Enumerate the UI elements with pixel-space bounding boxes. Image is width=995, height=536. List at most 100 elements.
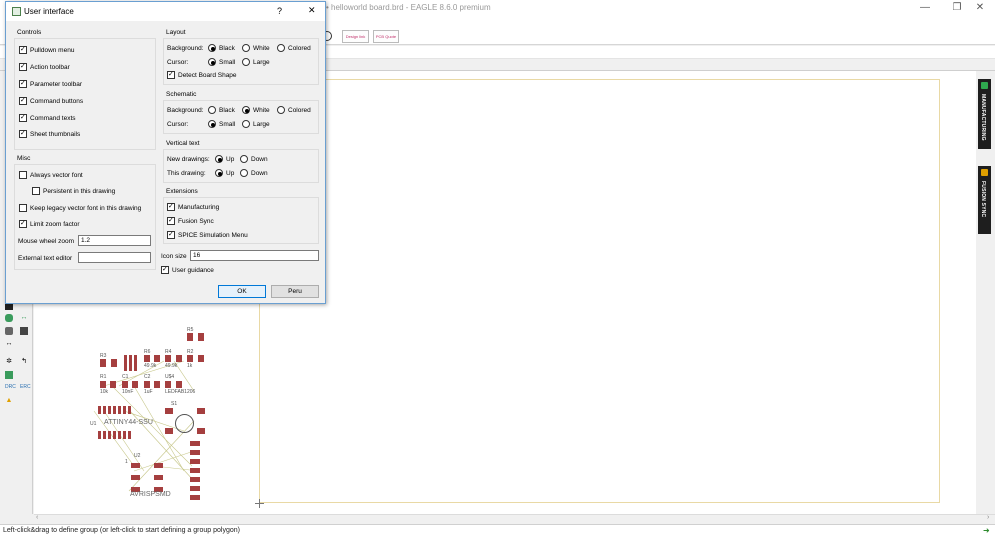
fusion-sync-tab[interactable]: FUSION SYNC [978, 166, 991, 234]
window-close-button[interactable]: ✕ [965, 0, 995, 16]
schematic-group-title: Schematic [166, 91, 197, 98]
fusion-sync-extension-checkbox[interactable] [167, 216, 175, 225]
pad [118, 431, 121, 439]
pad [132, 381, 138, 388]
layer-stack-icon[interactable] [5, 314, 13, 322]
icon-size-input[interactable]: 16 [190, 250, 319, 261]
action-toolbar-checkbox[interactable] [19, 62, 27, 71]
design-link-button[interactable]: Design link [342, 30, 369, 43]
controls-group-title: Controls [17, 29, 42, 36]
layout-cursor-small-label: Small [219, 59, 236, 66]
extensions-group-title: Extensions [166, 188, 198, 195]
mirror-icon[interactable]: ↔ [5, 340, 13, 348]
help-button[interactable]: ? [277, 6, 282, 16]
manufacturing-extension-checkbox[interactable] [167, 202, 175, 211]
external-editor-input[interactable] [78, 252, 151, 263]
new-drawings-up-label: Up [226, 156, 235, 163]
layout-bg-black-label: Black [219, 45, 235, 52]
schematic-bg-white-label: White [253, 107, 270, 114]
right-side-panel: MANUFACTURING FUSION SYNC [976, 71, 995, 514]
route-icon[interactable]: ↰ [20, 358, 28, 366]
part-value-r4: 49.9k [165, 363, 178, 369]
warning-icon[interactable]: ▲ [5, 397, 13, 405]
this-drawing-up-radio[interactable] [215, 169, 223, 177]
part-label-led: U$4 [165, 374, 175, 380]
schematic-cursor-small-radio[interactable] [208, 120, 216, 128]
mouse-wheel-zoom-input[interactable]: 1.2 [78, 235, 151, 246]
pad [124, 355, 127, 371]
pad [128, 431, 131, 439]
limit-zoom-checkbox[interactable] [19, 219, 27, 228]
keep-legacy-font-checkbox[interactable] [19, 204, 27, 212]
left-command-toolbar: ↔ ↔ ✲ ↰ DRC ERC ▲ [0, 296, 33, 514]
schematic-cursor-large-label: Large [253, 121, 270, 128]
persistent-in-drawing-checkbox[interactable] [32, 187, 40, 195]
parameter-toolbar-label: Parameter toolbar [30, 81, 83, 88]
pad [190, 486, 200, 491]
this-drawing-down-radio[interactable] [240, 169, 248, 177]
schematic-cursor-label: Cursor: [167, 121, 189, 128]
schematic-bg-black-radio[interactable] [208, 106, 216, 114]
layout-cursor-large-radio[interactable] [242, 58, 250, 66]
parameter-toolbar-checkbox[interactable] [19, 79, 27, 88]
pad [98, 406, 101, 414]
ok-button[interactable]: OK [218, 285, 266, 298]
drc-icon[interactable]: DRC [5, 383, 16, 391]
command-texts-checkbox[interactable] [19, 113, 27, 122]
part-value-u2: AVRISPSMD [130, 491, 171, 498]
part-value-c1: 10nF [122, 389, 134, 395]
scroll-right-icon[interactable]: › [987, 514, 989, 521]
sheet-thumbnails-checkbox[interactable] [19, 129, 27, 138]
always-vector-font-checkbox[interactable] [19, 171, 27, 179]
pad [113, 406, 116, 414]
manufacturing-extension-label: Manufacturing [178, 204, 220, 211]
cancel-button[interactable]: Peru [271, 285, 319, 298]
schematic-group [163, 100, 319, 134]
manufacturing-tab[interactable]: MANUFACTURING [978, 79, 991, 149]
pad [190, 495, 200, 500]
schematic-bg-white-radio[interactable] [242, 106, 250, 114]
layout-bg-colored-radio[interactable] [277, 44, 285, 52]
polygon-icon[interactable] [5, 371, 13, 379]
ratsnest-icon[interactable]: ✲ [5, 358, 13, 366]
detect-board-shape-checkbox[interactable] [167, 70, 175, 79]
pad [165, 428, 173, 434]
schematic-bg-colored-radio[interactable] [277, 106, 285, 114]
new-drawings-up-radio[interactable] [215, 155, 223, 163]
pad [190, 468, 200, 473]
horizontal-scrollbar[interactable]: ‹ › [34, 514, 995, 523]
command-buttons-label: Command buttons [30, 98, 84, 105]
command-texts-label: Command texts [30, 115, 76, 122]
pad [103, 406, 106, 414]
spice-extension-checkbox[interactable] [167, 230, 175, 239]
new-drawings-down-label: Down [251, 156, 268, 163]
pad [111, 359, 117, 367]
pad [176, 355, 182, 362]
minimize-button[interactable]: — [910, 0, 940, 16]
dialog-app-icon [12, 7, 21, 16]
pad [128, 406, 131, 414]
layers-icon[interactable] [5, 327, 13, 335]
user-guidance-checkbox[interactable] [161, 265, 169, 274]
layout-bg-black-radio[interactable] [208, 44, 216, 52]
schematic-cursor-large-radio[interactable] [242, 120, 250, 128]
layout-bg-white-radio[interactable] [242, 44, 250, 52]
vertical-text-group-title: Vertical text [166, 140, 200, 147]
move-icon[interactable]: ↔ [20, 314, 28, 322]
camera-icon[interactable] [20, 327, 28, 335]
scroll-left-icon[interactable]: ‹ [36, 514, 38, 521]
part-label-u1: U1 [90, 421, 97, 427]
pcb-quote-button[interactable]: PCB Quote [373, 30, 399, 43]
pad [190, 441, 200, 446]
dialog-close-button[interactable]: ✕ [308, 5, 316, 16]
dialog-title: User interface [24, 7, 74, 16]
pulldown-menu-checkbox[interactable] [19, 45, 27, 54]
new-drawings-down-radio[interactable] [240, 155, 248, 163]
layout-cursor-small-radio[interactable] [208, 58, 216, 66]
this-drawing-label: This drawing: [167, 170, 206, 177]
erc-icon[interactable]: ERC [20, 383, 31, 391]
pad [129, 355, 132, 371]
pad [144, 355, 150, 362]
command-buttons-checkbox[interactable] [19, 96, 27, 105]
pad [131, 463, 140, 468]
